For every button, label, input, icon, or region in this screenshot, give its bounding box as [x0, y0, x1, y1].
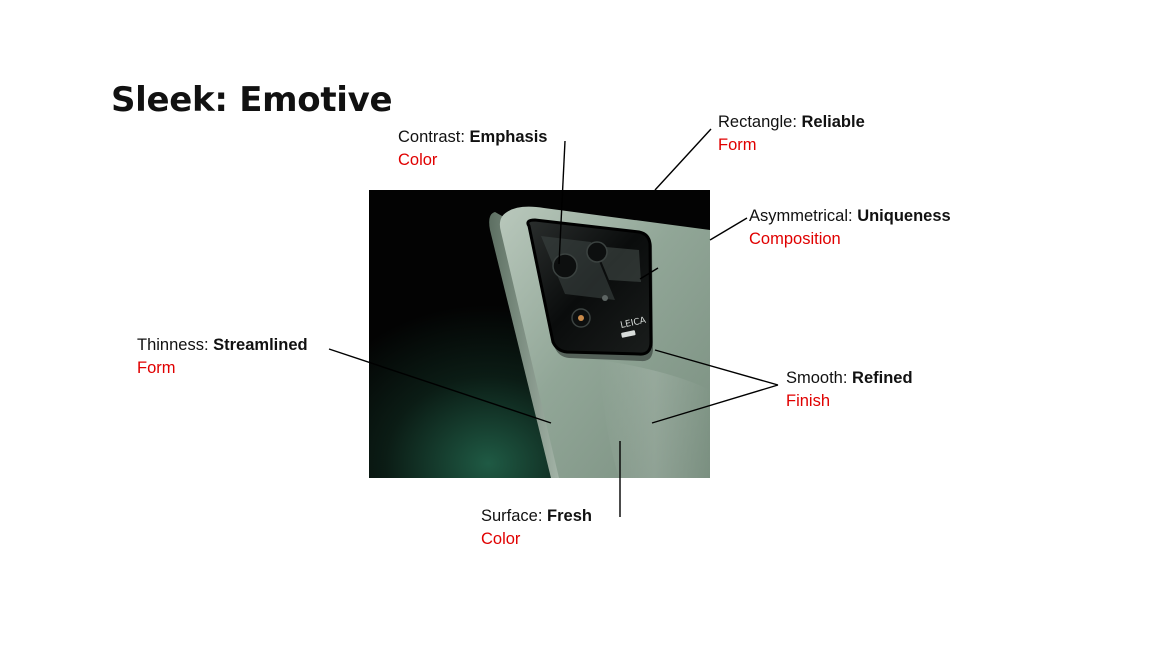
quality-label: Emphasis	[469, 128, 548, 146]
quality-label: Refined	[852, 369, 913, 387]
thinness-leader	[328, 348, 552, 424]
quality-label: Fresh	[547, 507, 592, 525]
category-label: Color	[481, 529, 521, 548]
smooth-leader-upper	[654, 349, 779, 386]
smooth-leader-lower	[651, 384, 779, 424]
quality-label: Streamlined	[213, 336, 308, 354]
category-label: Composition	[749, 229, 841, 248]
attribute-label: Surface	[481, 507, 538, 525]
annotation-surface: Surface: Fresh Color	[481, 505, 592, 550]
category-label: Form	[718, 135, 757, 154]
attribute-label: Rectangle	[718, 113, 793, 131]
quality-label: Reliable	[801, 113, 865, 131]
annotation-smooth: Smooth: Refined Finish	[786, 367, 913, 412]
rectangle-leader	[654, 128, 712, 191]
asymmetrical-leader-inner	[639, 267, 659, 280]
attribute-label: Thinness	[137, 336, 204, 354]
contrast-leader	[558, 140, 566, 265]
attribute-label: Asymmetrical	[749, 207, 849, 225]
annotation-contrast: Contrast: Emphasis Color	[398, 126, 547, 171]
asymmetrical-leader-outer	[709, 217, 748, 241]
annotation-thinness: Thinness: Streamlined Form	[137, 334, 308, 379]
attribute-label: Smooth	[786, 369, 843, 387]
annotation-rectangle: Rectangle: Reliable Form	[718, 111, 865, 156]
category-label: Finish	[786, 391, 831, 410]
annotation-asymmetrical: Asymmetrical: Uniqueness Composition	[749, 205, 951, 250]
attribute-label: Contrast	[398, 128, 461, 146]
category-label: Color	[398, 150, 438, 169]
category-label: Form	[137, 358, 176, 377]
quality-label: Uniqueness	[857, 207, 951, 225]
